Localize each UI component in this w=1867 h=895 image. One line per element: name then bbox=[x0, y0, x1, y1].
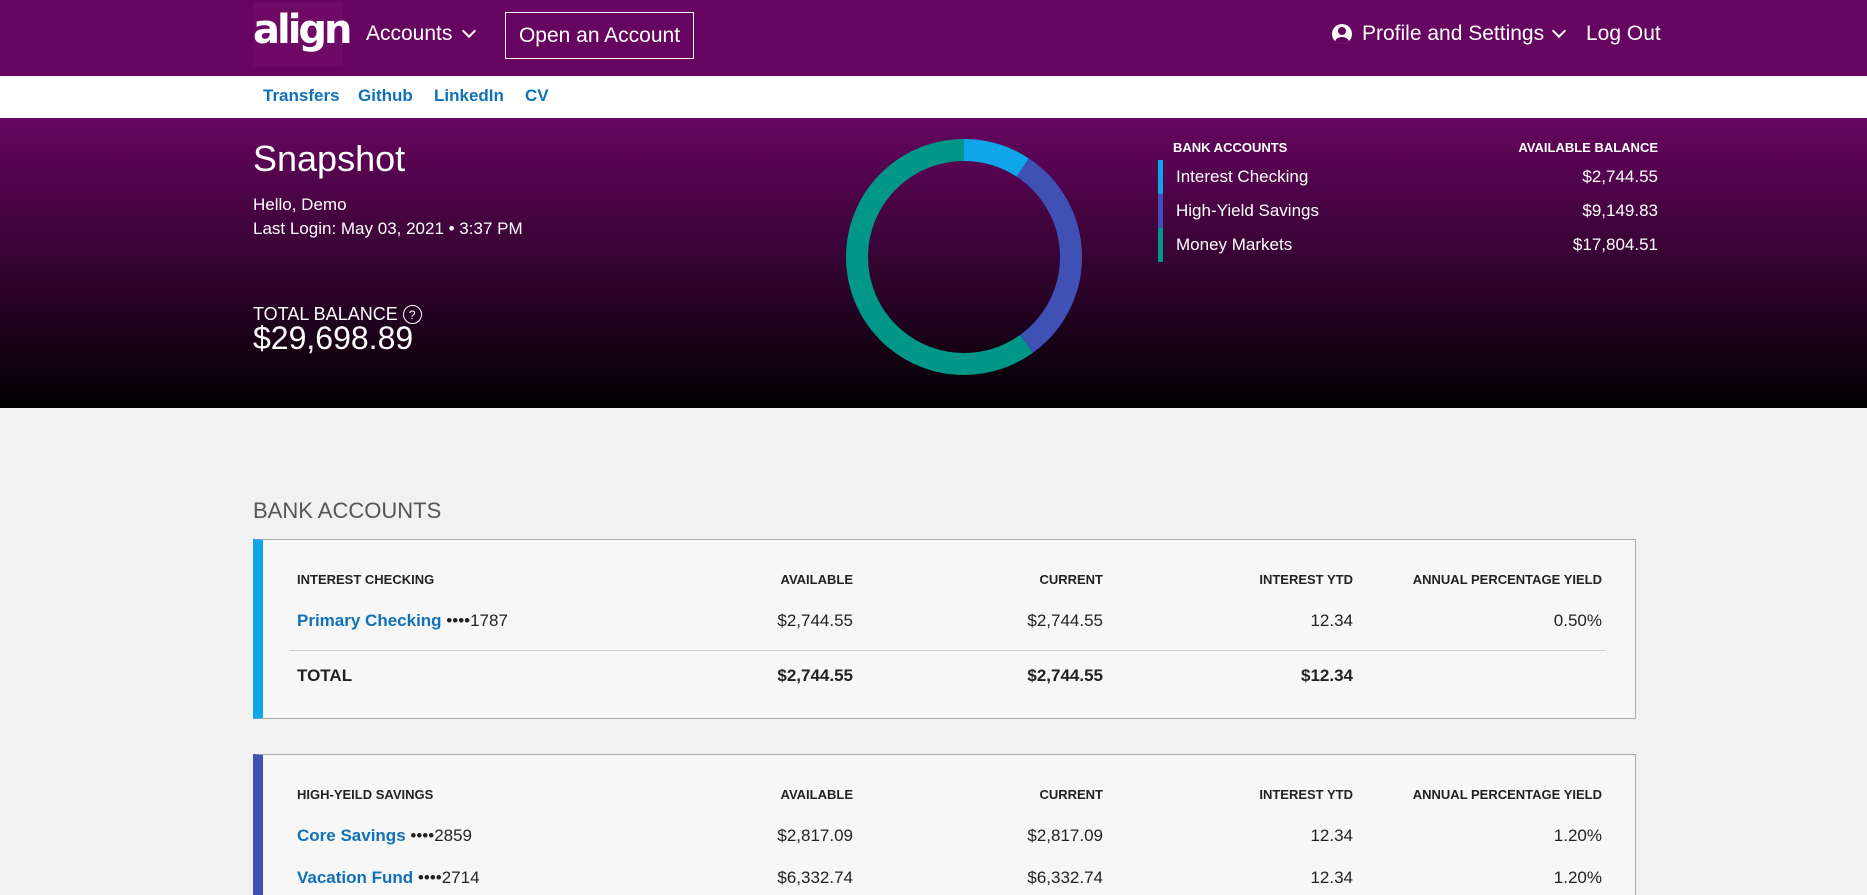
apy-value: 1.20% bbox=[1553, 868, 1602, 887]
current-value: $2,817.09 bbox=[1027, 826, 1103, 845]
legend-row: Interest Checking $2,744.55 bbox=[1158, 160, 1658, 194]
subnav-transfers[interactable]: Transfers bbox=[263, 86, 340, 106]
align-logo[interactable]: align bbox=[253, 2, 353, 66]
legend-row: Money Markets $17,804.51 bbox=[1158, 228, 1658, 262]
account-link-core-savings[interactable]: Core Savings bbox=[297, 826, 406, 845]
legend-value: $9,149.83 bbox=[1582, 201, 1658, 220]
legend-swatch bbox=[1158, 228, 1163, 262]
legend-swatch bbox=[1158, 194, 1163, 228]
legend-name: Interest Checking bbox=[1176, 167, 1309, 186]
current-value: $2,744.55 bbox=[1027, 611, 1103, 630]
page-title: Snapshot bbox=[253, 138, 406, 179]
interest-value: 12.34 bbox=[1310, 611, 1353, 630]
snapshot-hero: Snapshot Hello, Demo Last Login: May 03,… bbox=[0, 118, 1867, 408]
section-title: BANK ACCOUNTS bbox=[253, 498, 442, 523]
accounts-label: Accounts bbox=[366, 22, 453, 45]
open-account-button[interactable]: Open an Account bbox=[505, 12, 694, 59]
legend-value: $17,804.51 bbox=[1572, 235, 1658, 254]
available-value: $6,332.74 bbox=[777, 868, 853, 887]
col-header: ANNUAL PERCENTAGE YIELD bbox=[1412, 572, 1602, 587]
checking-card: INTEREST CHECKING AVAILABLE CURRENT INTE… bbox=[253, 539, 1636, 719]
col-header: HIGH-YEILD SAVINGS bbox=[297, 787, 434, 802]
user-icon bbox=[1332, 24, 1352, 44]
total-interest: $12.34 bbox=[1301, 666, 1353, 685]
logout-link[interactable]: Log Out bbox=[1586, 22, 1661, 46]
col-header: INTEREST YTD bbox=[1259, 787, 1353, 802]
col-header: INTEREST YTD bbox=[1259, 572, 1353, 587]
account-link-primary-checking[interactable]: Primary Checking bbox=[297, 611, 442, 630]
legend-col-balance: AVAILABLE BALANCE bbox=[1518, 140, 1658, 155]
top-nav: align Accounts Open an Account Profile a… bbox=[0, 0, 1867, 76]
col-header: CURRENT bbox=[1039, 787, 1103, 802]
account-mask: ••••2714 bbox=[417, 868, 480, 887]
total-available: $2,744.55 bbox=[777, 666, 853, 685]
subnav-linkedin[interactable]: LinkedIn bbox=[434, 86, 504, 106]
col-header: INTEREST CHECKING bbox=[297, 572, 435, 587]
table-row-name: Core Savings ••••2859 bbox=[297, 826, 472, 846]
total-label: TOTAL bbox=[297, 666, 353, 685]
available-value: $2,817.09 bbox=[777, 826, 853, 845]
savings-card: HIGH-YEILD SAVINGS AVAILABLE CURRENT INT… bbox=[253, 754, 1636, 895]
table-row-name: Vacation Fund ••••2714 bbox=[297, 868, 480, 888]
subnav-cv[interactable]: CV bbox=[525, 86, 549, 106]
legend-value: $2,744.55 bbox=[1582, 167, 1658, 186]
apy-value: 1.20% bbox=[1553, 826, 1602, 845]
total-balance-value: $29,698.89 bbox=[253, 320, 414, 356]
accounts-menu[interactable]: Accounts bbox=[366, 22, 477, 46]
chevron-down-icon bbox=[1552, 23, 1567, 39]
col-header: ANNUAL PERCENTAGE YIELD bbox=[1412, 787, 1602, 802]
interest-value: 12.34 bbox=[1310, 868, 1353, 887]
legend-name: Money Markets bbox=[1176, 235, 1293, 254]
total-current: $2,744.55 bbox=[1027, 666, 1103, 685]
logo-text: align bbox=[253, 7, 353, 53]
divider bbox=[289, 650, 1605, 651]
legend-col-accounts: BANK ACCOUNTS bbox=[1173, 140, 1288, 155]
account-mask: ••••1787 bbox=[446, 611, 508, 630]
account-mask: ••••2859 bbox=[410, 826, 473, 845]
current-value: $6,332.74 bbox=[1027, 868, 1103, 887]
sub-nav: Transfers Github LinkedIn CV bbox=[0, 76, 1867, 118]
table-row-name: Primary Checking ••••1787 bbox=[297, 611, 508, 631]
interest-value: 12.34 bbox=[1310, 826, 1353, 845]
account-link-vacation-fund[interactable]: Vacation Fund bbox=[297, 868, 413, 887]
subnav-github[interactable]: Github bbox=[358, 86, 413, 106]
greeting: Hello, Demo bbox=[253, 195, 347, 214]
col-header: AVAILABLE bbox=[780, 572, 853, 587]
legend-swatch bbox=[1158, 160, 1163, 194]
col-header: CURRENT bbox=[1039, 572, 1103, 587]
profile-label: Profile and Settings bbox=[1362, 22, 1545, 45]
available-value: $2,744.55 bbox=[777, 611, 853, 630]
last-login: Last Login: May 03, 2021 • 3:37 PM bbox=[253, 219, 523, 238]
apy-value: 0.50% bbox=[1553, 611, 1602, 630]
legend-row: High-Yield Savings $9,149.83 bbox=[1158, 194, 1658, 228]
legend-name: High-Yield Savings bbox=[1176, 201, 1319, 220]
balance-donut-chart bbox=[846, 139, 1082, 375]
profile-settings-menu[interactable]: Profile and Settings bbox=[1332, 22, 1567, 46]
chevron-down-icon bbox=[462, 23, 477, 39]
col-header: AVAILABLE bbox=[780, 787, 853, 802]
